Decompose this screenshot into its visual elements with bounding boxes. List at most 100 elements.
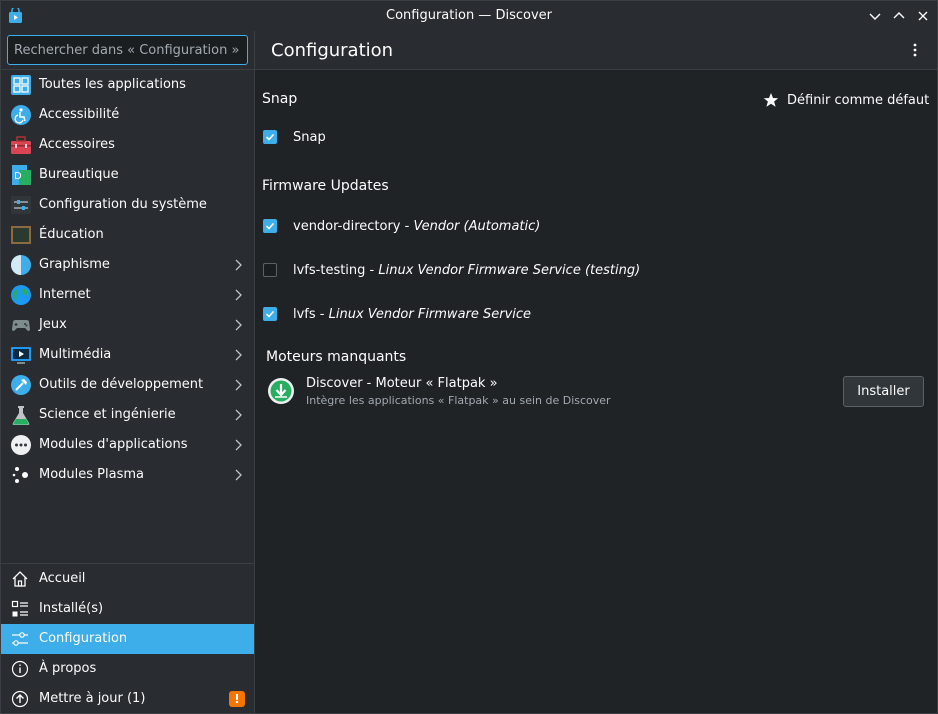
category-label: Science et ingénierie [39,407,176,422]
grid-icon [11,75,31,95]
chevron-right-icon [235,259,242,271]
page-header: Configuration [255,31,937,70]
hammer-icon [11,375,31,395]
flask-icon [12,406,30,425]
chevron-right-icon [235,349,242,361]
category-accessories[interactable]: Accessoires [1,130,254,160]
toolbox-icon [11,136,31,154]
nav-about[interactable]: À propos [1,654,254,684]
maximize-button[interactable] [890,7,908,25]
graphics-icon [11,255,31,275]
category-list: Toutes les applications Accessibilité Ac… [1,70,254,490]
nav-label: Configuration [39,631,128,646]
window-title: Configuration — Discover [386,8,552,23]
chevron-right-icon [235,409,242,421]
category-plasma-addons[interactable]: Modules Plasma [1,460,254,490]
category-multimedia[interactable]: Multimédia [1,340,254,370]
source-separator: - [315,306,329,322]
chevron-up-icon [893,12,905,19]
set-default-label: Définir comme défaut [787,92,930,108]
title-bar[interactable]: Configuration — Discover [1,1,937,32]
source-checkbox[interactable] [263,307,277,321]
office-icon: D [12,165,31,185]
install-button[interactable]: Installer [843,376,924,407]
category-label: Accessoires [39,137,115,152]
category-system-settings[interactable]: Configuration du système [1,190,254,220]
svg-text:D: D [14,171,22,182]
star-icon [763,93,779,107]
source-checkbox[interactable] [263,130,277,144]
section-title-snap: Snap [262,91,298,107]
backend-name: Discover - Moteur « Flatpak » [306,376,498,391]
check-icon [265,133,275,141]
category-label: Outils de développement [39,377,204,392]
category-accessibility[interactable]: Accessibilité [1,100,254,130]
category-internet[interactable]: Internet [1,280,254,310]
minimize-button[interactable] [866,7,884,25]
discover-window: Configuration — Discover Rechercher dans… [0,0,938,714]
chevron-down-icon [869,13,881,20]
chevron-right-icon [235,319,242,331]
source-row-snap[interactable]: Snap [263,127,326,147]
category-label: Graphisme [39,257,110,272]
source-row-lvfs[interactable]: lvfs - Linux Vendor Firmware Service [263,304,531,324]
category-label: Toutes les applications [39,77,186,92]
nav-update[interactable]: Mettre à jour (1) ! [1,684,254,714]
info-icon [11,660,29,678]
close-button[interactable] [914,7,932,25]
globe-icon [11,285,31,305]
category-games[interactable]: Jeux [1,310,254,340]
bottom-navigation: Accueil Installé(s) Configuration À prop… [1,564,254,714]
category-label: Bureautique [39,167,119,182]
home-icon [12,571,28,587]
category-app-addons[interactable]: Modules d'applications [1,430,254,460]
category-all-apps[interactable]: Toutes les applications [1,70,254,100]
source-name: lvfs [293,306,316,322]
category-office[interactable]: D Bureautique [1,160,254,190]
chevron-right-icon [235,379,242,391]
update-icon [11,690,29,708]
nav-label: À propos [39,661,97,676]
accessibility-icon [11,105,31,125]
check-icon [265,310,275,318]
nav-home[interactable]: Accueil [1,564,254,594]
set-default-button[interactable]: Définir comme défaut [763,90,929,110]
category-science[interactable]: Science et ingénierie [1,400,254,430]
nav-configuration[interactable]: Configuration [1,624,254,654]
source-separator: - [400,218,414,234]
source-row-vendor-directory[interactable]: vendor-directory - Vendor (Automatic) [263,216,540,236]
chevron-right-icon [235,289,242,301]
more-options-icon[interactable] [907,41,923,59]
category-graphics[interactable]: Graphisme [1,250,254,280]
nav-label: Mettre à jour (1) [39,691,146,706]
missing-backend-flatpak: Discover - Moteur « Flatpak » Intègre le… [267,376,927,416]
backend-description: Intègre les applications « Flatpak » au … [306,394,611,407]
blackboard-icon [11,226,31,244]
more-dots-icon [11,435,31,455]
close-icon [918,11,928,21]
source-description: Linux Vendor Firmware Service (testing) [378,262,641,278]
source-row-lvfs-testing[interactable]: lvfs-testing - Linux Vendor Firmware Ser… [263,260,640,280]
category-education[interactable]: Éducation [1,220,254,250]
category-label: Jeux [39,317,67,332]
source-checkbox[interactable] [263,263,277,277]
category-label: Modules d'applications [39,437,188,452]
chevron-right-icon [235,439,242,451]
source-name: vendor-directory [293,218,401,234]
nav-label: Accueil [39,571,86,586]
plasma-icon [12,467,28,483]
nav-label: Installé(s) [39,601,104,616]
nav-installed[interactable]: Installé(s) [1,594,254,624]
page-title: Configuration [271,40,394,61]
category-dev-tools[interactable]: Outils de développement [1,370,254,400]
source-name: lvfs-testing [293,262,366,278]
category-label: Modules Plasma [39,467,144,482]
installed-list-icon [11,600,28,617]
search-box[interactable] [7,35,248,65]
source-name: Snap [293,129,326,145]
category-label: Éducation [39,227,104,242]
category-label: Configuration du système [39,197,207,212]
source-checkbox[interactable] [263,219,277,233]
chevron-right-icon [235,469,242,481]
search-input[interactable] [8,36,247,64]
